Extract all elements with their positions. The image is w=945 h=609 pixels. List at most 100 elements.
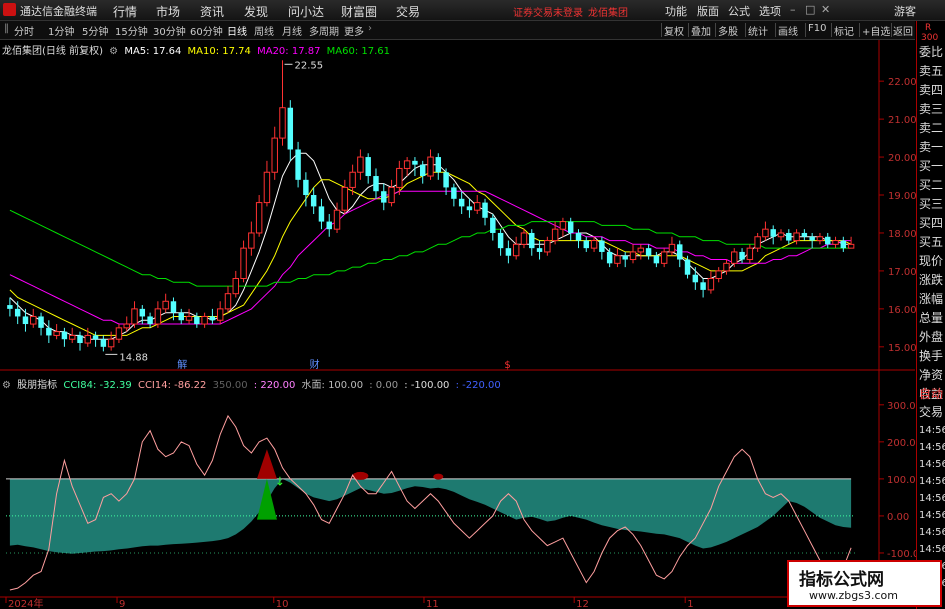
quote-label: 买三	[919, 197, 944, 211]
candle-body	[216, 308, 224, 321]
price-tick-label: 17.00	[888, 267, 917, 278]
candle-body	[279, 107, 286, 139]
time-tick-label: 2024年	[8, 597, 43, 609]
candle-body	[754, 236, 761, 249]
candle-body	[739, 251, 745, 260]
event-mark: $	[504, 360, 510, 371]
candle-body	[458, 198, 465, 207]
candle-body	[154, 308, 162, 325]
candle-body	[466, 206, 473, 211]
candle-body	[22, 316, 29, 325]
candle-body	[474, 202, 481, 211]
time-tick-label: 11	[426, 599, 439, 609]
quote-label: 委比	[919, 45, 944, 59]
quote-label: 外盘	[919, 330, 944, 344]
time-tick-label: 9	[119, 599, 125, 609]
candle-body	[131, 308, 138, 325]
chart-canvas[interactable]: 22.00 21.00 20.00 19.00 18.00 17.00 16.00 15.00…	[0, 0, 945, 609]
price-tick-label: 18.00	[888, 229, 917, 240]
candle-body	[295, 149, 301, 180]
price-tick-label: 19.00	[888, 191, 917, 202]
candle-body	[178, 312, 184, 321]
candle-body	[816, 236, 824, 242]
cci-tick-label: 200.0	[887, 438, 916, 449]
candle-body	[443, 172, 449, 188]
candle-body	[115, 327, 123, 340]
candle-body	[271, 137, 278, 173]
candle-body	[715, 270, 722, 280]
candle-body	[232, 278, 240, 295]
candle-body	[209, 316, 216, 321]
candle-body	[677, 244, 683, 260]
candle-body	[419, 164, 426, 177]
candle-body	[700, 282, 706, 290]
candle-body	[684, 259, 691, 275]
candle-body	[201, 315, 208, 325]
price-tick-label: 20.00	[888, 153, 917, 164]
candle-body	[30, 315, 37, 325]
quote-label: 现价	[919, 254, 944, 268]
candle-body	[723, 262, 730, 272]
candle-body	[84, 334, 92, 344]
candle-body	[53, 331, 60, 336]
tab-auto[interactable]: 自动	[919, 385, 943, 402]
candle-body	[333, 209, 341, 230]
candle-body	[583, 240, 590, 249]
candle-body	[326, 221, 332, 230]
quote-label: 卖一	[919, 140, 944, 154]
candle-body	[762, 228, 769, 238]
candle-body	[692, 274, 699, 283]
candle-body	[490, 217, 496, 233]
quote-label: 卖五	[919, 64, 944, 78]
candle-body	[240, 247, 247, 280]
candle-body	[606, 251, 613, 264]
cci-tick-label: 100.0	[887, 475, 916, 486]
signal-arrow-icon: ↓	[275, 475, 285, 489]
candle-body	[544, 240, 551, 253]
candle-body	[412, 160, 418, 165]
candle-body	[512, 243, 520, 257]
candle-body	[777, 232, 785, 238]
candle-body	[801, 232, 808, 237]
candle-body	[318, 206, 325, 222]
candle-body	[575, 232, 582, 241]
candle-body	[287, 107, 294, 150]
candle-body	[668, 243, 676, 253]
candle-body	[809, 236, 815, 241]
candle-body	[793, 232, 800, 242]
candle-body	[427, 156, 434, 177]
candle-body	[341, 186, 349, 211]
candle-body	[46, 327, 52, 336]
signal-peak-red	[256, 449, 277, 479]
trade-time: 14:56	[919, 510, 945, 521]
candle-body	[147, 316, 153, 325]
candle-body	[61, 331, 68, 340]
candle-body	[832, 240, 839, 245]
candle-body	[660, 251, 668, 264]
candle-body	[185, 315, 193, 321]
trade-time: 14:56	[919, 459, 945, 470]
panel-r-label: R	[925, 23, 932, 33]
candle-body	[248, 232, 255, 249]
candle-body	[388, 186, 395, 204]
price-tick-label: 15.00	[888, 343, 917, 354]
candle-body	[435, 157, 442, 173]
event-mark: 解	[177, 358, 187, 371]
candle-body	[840, 240, 847, 249]
candle-body	[100, 339, 107, 347]
candle-body	[224, 293, 232, 310]
candle-body	[653, 255, 660, 264]
candle-body	[357, 156, 364, 173]
quote-label: 净资	[919, 368, 944, 382]
candle-body	[536, 248, 543, 252]
candle-body	[162, 300, 169, 310]
candle-body	[255, 202, 263, 234]
candle-body	[7, 305, 13, 309]
tab-trade[interactable]: 交易	[919, 403, 943, 420]
quote-label: 买一	[919, 159, 944, 173]
high-annotation: 22.55	[295, 60, 324, 71]
candle-body	[614, 255, 621, 264]
ma-line-ma20	[9, 190, 852, 325]
candle-body	[403, 160, 411, 169]
signal-dot	[433, 473, 444, 480]
